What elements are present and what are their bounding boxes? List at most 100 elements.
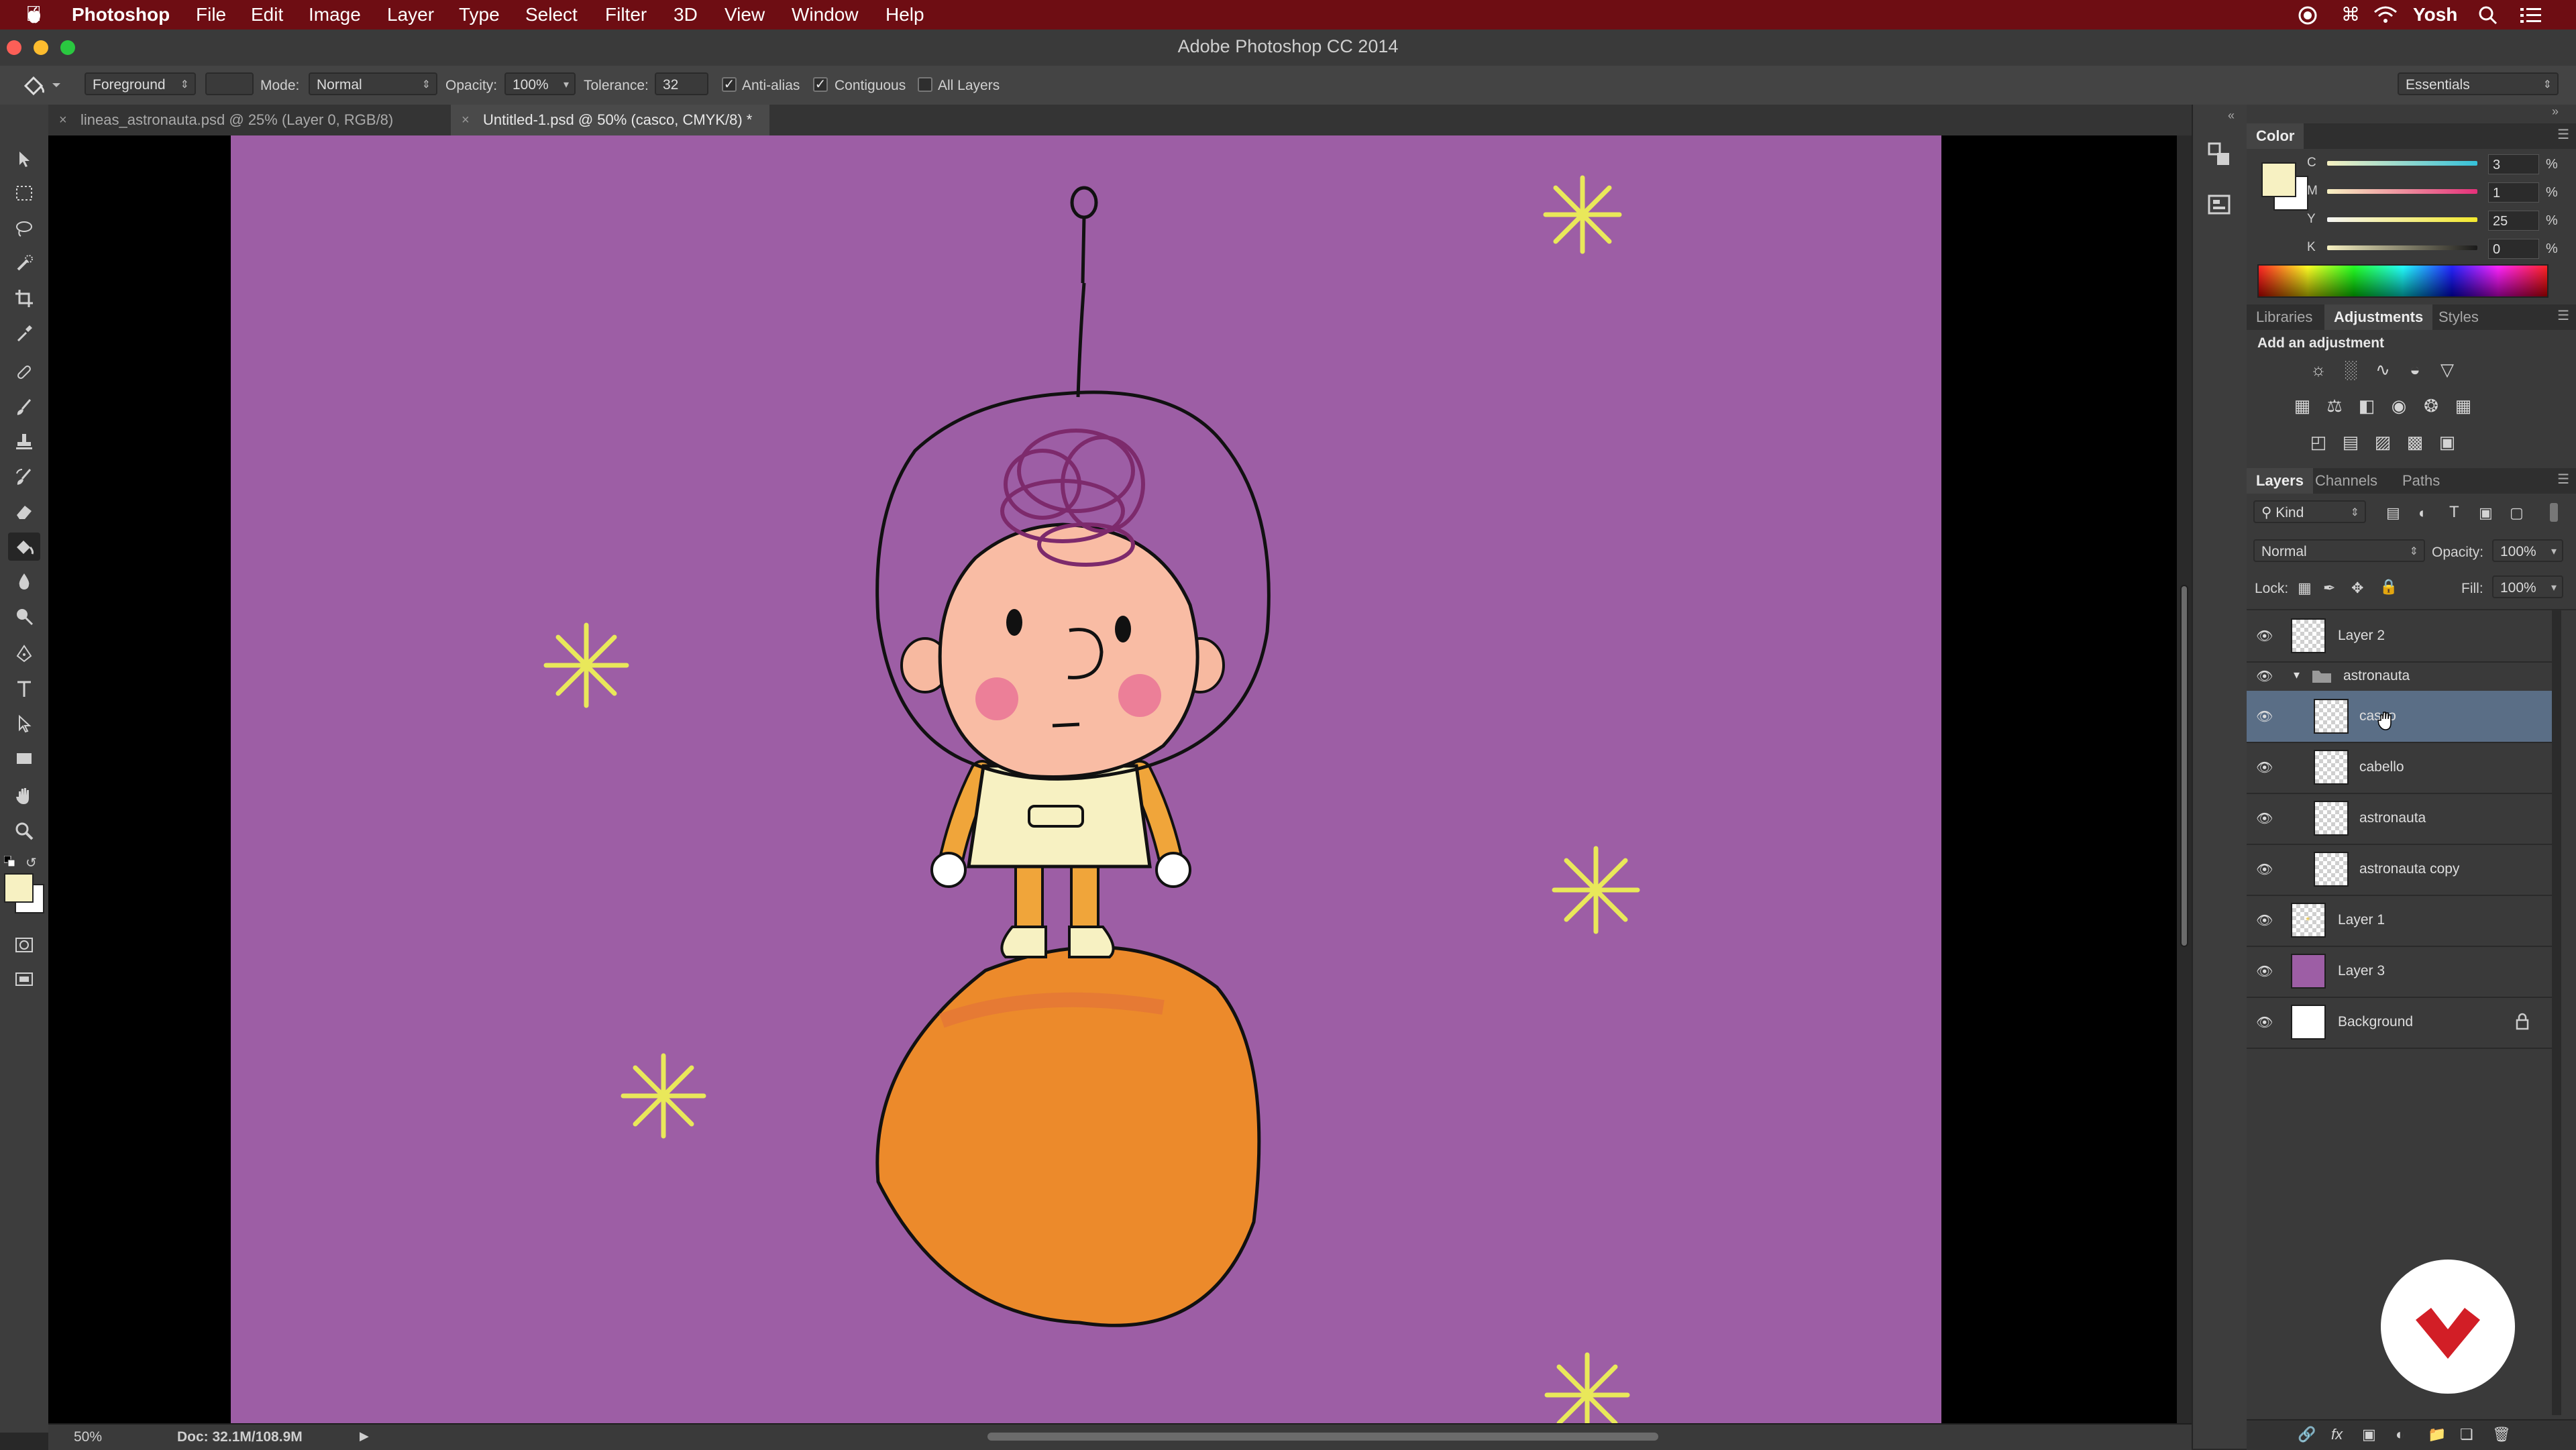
yellow-input[interactable]: 25 <box>2488 211 2539 231</box>
healing-brush-tool-icon[interactable] <box>8 358 40 386</box>
mode-select[interactable]: Normal ⇕ <box>309 72 437 95</box>
panel-menu-icon[interactable]: ☰ <box>2557 471 2569 488</box>
swap-colors-icon[interactable]: ↺ <box>25 854 37 871</box>
photo-filter-icon[interactable]: ◉ <box>2389 396 2409 416</box>
filter-adjustment-icon[interactable]: ◐ <box>2418 504 2427 522</box>
filter-shape-icon[interactable]: ▣ <box>2479 504 2493 522</box>
properties-panel-icon[interactable] <box>2206 192 2233 222</box>
add-mask-icon[interactable]: ▣ <box>2362 1426 2376 1443</box>
fill-source-select[interactable]: Foreground ⇕ <box>85 72 196 95</box>
lock-transparent-icon[interactable]: ▦ <box>2298 579 2312 597</box>
layer-opacity-input[interactable]: 100% ▾ <box>2492 539 2563 562</box>
crop-tool-icon[interactable] <box>8 284 40 313</box>
levels-icon[interactable]: ░ <box>2341 359 2361 380</box>
path-selection-tool-icon[interactable] <box>8 710 40 738</box>
blend-mode-select[interactable]: Normal ⇕ <box>2253 539 2425 562</box>
quick-mask-icon[interactable] <box>8 931 40 959</box>
horizontal-scroll-thumb[interactable] <box>987 1433 1658 1441</box>
new-layer-icon[interactable]: ❏ <box>2460 1426 2473 1443</box>
posterize-icon[interactable]: ▤ <box>2341 432 2361 452</box>
menu-app-name[interactable]: Photoshop <box>72 4 170 25</box>
lock-all-icon[interactable]: 🔒 <box>2379 578 2398 596</box>
command-icon[interactable]: ⌘ <box>2341 4 2360 25</box>
layer-row[interactable]: 👁 casco <box>2247 691 2552 743</box>
layer-row[interactable]: 👁 astronauta <box>2247 793 2552 845</box>
search-icon[interactable] <box>2478 5 2498 30</box>
tab-untitled-1[interactable]: × Untitled-1.psd @ 50% (casco, CMYK/8) * <box>451 105 770 135</box>
marquee-tool-icon[interactable] <box>8 180 40 208</box>
cyan-input[interactable]: 3 <box>2488 154 2539 174</box>
user-name[interactable]: Yosh <box>2413 4 2457 25</box>
delete-layer-icon[interactable]: 🗑 <box>2492 1426 2511 1443</box>
yellow-slider[interactable] <box>2327 217 2477 222</box>
black-slider[interactable] <box>2327 245 2477 250</box>
chevron-down-icon[interactable]: ▾ <box>2551 577 2557 600</box>
menu-filter[interactable]: Filter <box>605 4 647 25</box>
layer-row[interactable]: 👁 cabello <box>2247 742 2552 794</box>
brush-tool-icon[interactable] <box>8 393 40 421</box>
history-brush-tool-icon[interactable] <box>8 463 40 491</box>
eye-icon[interactable]: 👁 <box>2256 810 2273 826</box>
tolerance-input[interactable]: 32 <box>655 72 708 95</box>
screen-mode-icon[interactable] <box>8 966 40 994</box>
panel-menu-icon[interactable]: ☰ <box>2557 126 2569 143</box>
tab-lineas-astronauta[interactable]: × lineas_astronauta.psd @ 25% (Layer 0, … <box>48 105 411 135</box>
document-canvas[interactable] <box>231 135 1941 1423</box>
vertical-scroll-thumb[interactable] <box>2180 585 2188 947</box>
eyedropper-tool-icon[interactable] <box>8 319 40 347</box>
tab-color[interactable]: Color <box>2247 123 2304 149</box>
layer-row[interactable]: 👁 * Layer 1 <box>2247 895 2552 947</box>
workspace-select[interactable]: Essentials ⇕ <box>2398 72 2559 95</box>
lock-image-icon[interactable]: ✒ <box>2323 579 2335 597</box>
layer-group-row[interactable]: 👁 ▾ astronauta <box>2247 661 2552 692</box>
layer-row[interactable]: 👁 Layer 3 <box>2247 946 2552 998</box>
tab-libraries[interactable]: Libraries <box>2247 304 2322 330</box>
color-balance-icon[interactable]: ⚖ <box>2324 396 2345 416</box>
menu-help[interactable]: Help <box>885 4 924 25</box>
magenta-slider[interactable] <box>2327 189 2477 194</box>
group-disclosure-icon[interactable]: ▾ <box>2294 668 2300 682</box>
chevron-down-icon[interactable]: ▾ <box>2551 541 2557 563</box>
paint-bucket-tool-icon[interactable] <box>8 533 40 561</box>
rectangle-tool-icon[interactable] <box>8 744 40 773</box>
layer-row[interactable]: 👁 Background <box>2247 997 2552 1049</box>
eye-icon[interactable]: 👁 <box>2256 912 2273 928</box>
channel-mixer-icon[interactable]: ❂ <box>2421 396 2441 416</box>
foreground-color-swatch[interactable] <box>4 873 34 903</box>
lock-position-icon[interactable]: ✥ <box>2351 579 2363 597</box>
eye-icon[interactable]: 👁 <box>2256 963 2273 979</box>
tab-styles[interactable]: Styles <box>2429 304 2488 330</box>
opacity-input[interactable]: 100% ▾ <box>504 72 576 95</box>
link-layers-icon[interactable]: 🔗 <box>2298 1426 2316 1443</box>
eye-icon[interactable]: 👁 <box>2256 1014 2273 1030</box>
hue-saturation-icon[interactable]: ▦ <box>2292 396 2312 416</box>
magenta-input[interactable]: 1 <box>2488 182 2539 203</box>
status-menu-arrow-icon[interactable]: ▶ <box>360 1429 369 1443</box>
notification-center-icon[interactable] <box>2520 5 2542 29</box>
close-tab-icon[interactable]: × <box>462 105 470 135</box>
dodge-tool-icon[interactable] <box>8 602 40 630</box>
move-tool-icon[interactable] <box>8 145 40 173</box>
collapse-dock-icon[interactable]: » <box>2552 105 2559 119</box>
layer-row[interactable]: 👁 Layer 2 <box>2247 610 2552 663</box>
wifi-icon[interactable] <box>2373 5 2398 29</box>
filter-toggle[interactable] <box>2550 503 2558 522</box>
pattern-picker[interactable] <box>205 72 254 95</box>
document-workspace[interactable] <box>48 135 2192 1423</box>
blur-tool-icon[interactable] <box>8 567 40 596</box>
eye-icon[interactable]: 👁 <box>2256 708 2273 724</box>
vibrance-icon[interactable]: ▽ <box>2437 359 2457 380</box>
menu-image[interactable]: Image <box>309 4 361 25</box>
gradient-map-icon[interactable]: ▣ <box>2437 432 2457 452</box>
menu-layer[interactable]: Layer <box>387 4 434 25</box>
anti-alias-checkbox[interactable]: ✓ <box>722 77 737 92</box>
menu-type[interactable]: Type <box>459 4 500 25</box>
menu-window[interactable]: Window <box>792 4 859 25</box>
eye-icon[interactable]: 👁 <box>2256 759 2273 775</box>
curves-icon[interactable]: ∿ <box>2373 359 2393 380</box>
menu-select[interactable]: Select <box>525 4 578 25</box>
menu-view[interactable]: View <box>724 4 765 25</box>
exposure-icon[interactable]: ◒ <box>2405 359 2425 380</box>
eraser-tool-icon[interactable] <box>8 498 40 526</box>
new-group-icon[interactable]: 📁 <box>2428 1426 2446 1443</box>
